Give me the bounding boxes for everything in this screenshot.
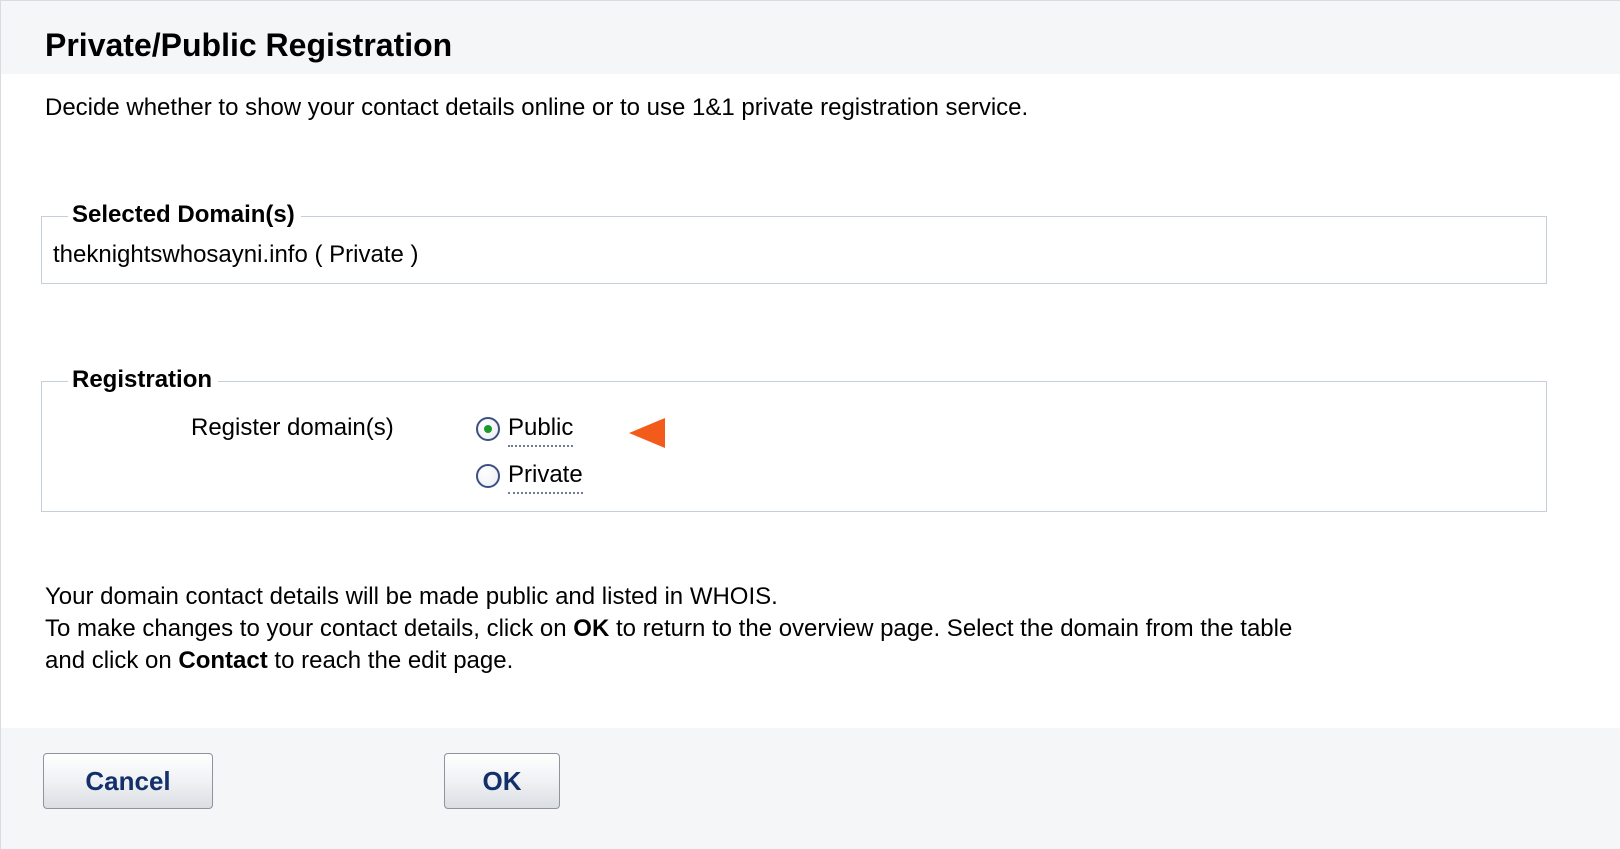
private-option-label[interactable]: Private	[508, 459, 583, 494]
selected-domain-text: theknightswhosayni.info ( Private )	[53, 241, 419, 268]
radio-option-public[interactable]: Public	[476, 412, 574, 447]
info-line-2-ok: OK	[573, 615, 610, 642]
cancel-button[interactable]: Cancel	[43, 753, 213, 809]
info-text: Your domain contact details will be made…	[45, 581, 1585, 677]
registration-group: Registration Register domain(s) Public P…	[41, 363, 1547, 512]
registration-panel: Private/Public Registration Decide wheth…	[0, 0, 1620, 849]
selected-domains-legend: Selected Domain(s)	[68, 198, 301, 232]
public-radio-button[interactable]	[476, 417, 500, 441]
info-line-2-suffix: to return to the overview page. Select t…	[609, 615, 1293, 642]
ok-button[interactable]: OK	[444, 753, 560, 809]
info-line-1: Your domain contact details will be made…	[45, 583, 778, 610]
info-line-3-contact: Contact	[178, 647, 268, 674]
arrow-left-icon	[629, 418, 665, 448]
info-line-3-prefix: and click on	[45, 647, 179, 674]
info-line-3: and click on Contact to reach the edit p…	[45, 645, 1585, 677]
public-option-label[interactable]: Public	[508, 412, 574, 447]
radio-option-private[interactable]: Private	[476, 459, 583, 494]
selected-domains-group: Selected Domain(s) theknightswhosayni.in…	[41, 198, 1547, 284]
info-line-2: To make changes to your contact details,…	[45, 613, 1585, 645]
panel-header: Private/Public Registration	[1, 0, 1620, 74]
info-line-2-prefix: To make changes to your contact details,…	[45, 615, 574, 642]
private-radio-button[interactable]	[476, 464, 500, 488]
page-title: Private/Public Registration	[45, 27, 453, 63]
button-bar: Cancel OK	[1, 728, 1620, 849]
register-domains-label: Register domain(s)	[191, 414, 394, 441]
info-line-3-suffix: to reach the edit page.	[267, 647, 514, 674]
intro-text: Decide whether to show your contact deta…	[45, 94, 1029, 121]
registration-legend: Registration	[68, 363, 219, 397]
